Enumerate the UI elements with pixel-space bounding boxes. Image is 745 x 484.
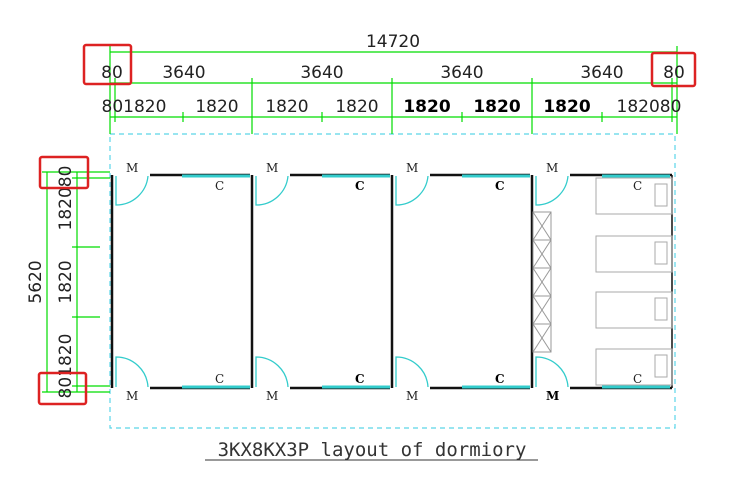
top-row1-dim-2: 3640 [300, 63, 343, 83]
door-label-bottom-2: M [266, 389, 278, 403]
top-row2-dim-6: 1820 [543, 97, 590, 117]
top-row2-dim-4: 1820 [403, 97, 450, 117]
window-label-top-2: C [355, 179, 365, 193]
door-label-top-4: M [546, 161, 558, 175]
windows [182, 174, 670, 389]
top-row1-dim-5: 80 [663, 63, 685, 83]
window-label-top-3: C [495, 179, 505, 193]
top-row1-dim-3: 3640 [440, 63, 483, 83]
door-label-top-3: M [406, 161, 418, 175]
top-row1-dim-1: 3640 [162, 63, 205, 83]
left-top-combined-dimension: 182080 [56, 166, 76, 231]
left-middle-dimension: 1820 [56, 260, 76, 303]
top-row2-dim-5: 1820 [473, 97, 520, 117]
shower-corridor [532, 211, 552, 353]
window-label-top-4: C [633, 179, 642, 193]
left-bottom-combined-dimension: 801820 [56, 334, 76, 399]
dormitory-floor-plan: 14720 80 3640 3640 3640 3640 80 801820 1… [26, 32, 697, 461]
top-row1-dim-0: 80 [101, 63, 123, 83]
plan-caption: 3KX8KX3P layout of dormiory [218, 439, 527, 461]
door-label-top-2: M [266, 161, 278, 175]
fixtures [595, 177, 673, 386]
window-label-bottom-4: C [633, 372, 642, 386]
walls [110, 173, 672, 390]
left-total-dimension: 5620 [26, 260, 46, 303]
top-row1-dim-4: 3640 [580, 63, 623, 83]
window-label-top-1: C [215, 179, 224, 193]
left-dimensions [42, 171, 110, 393]
top-row2-dim-7: 182080 [617, 97, 682, 117]
window-label-bottom-3: C [495, 372, 505, 386]
door-label-bottom-3: M [406, 389, 418, 403]
window-label-bottom-1: C [215, 372, 224, 386]
top-row2-dim-2: 1820 [265, 97, 308, 117]
door-label-top-1: M [126, 161, 138, 175]
top-dimensions [109, 46, 678, 134]
doors [115, 175, 569, 388]
top-row2-dim-0: 801820 [102, 97, 167, 117]
door-label-bottom-1: M [126, 389, 138, 403]
top-row2-dim-3: 1820 [335, 97, 378, 117]
door-label-bottom-4: M [546, 389, 559, 403]
window-label-bottom-2: C [355, 372, 365, 386]
top-row2-dim-1: 1820 [195, 97, 238, 117]
top-total-dimension: 14720 [366, 32, 420, 52]
